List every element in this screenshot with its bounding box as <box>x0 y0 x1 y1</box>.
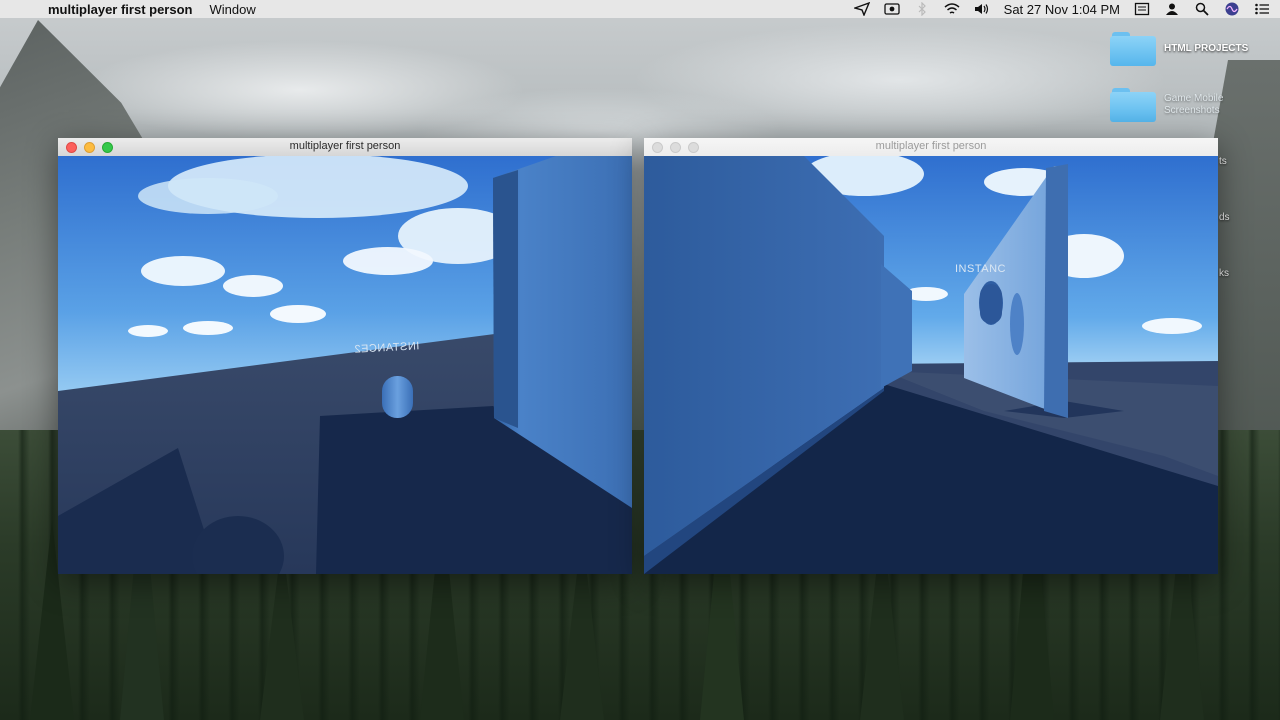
search-icon[interactable] <box>1194 1 1210 17</box>
display-icon[interactable] <box>1134 1 1150 17</box>
wifi-icon[interactable] <box>944 1 960 17</box>
remote-player <box>980 284 1002 324</box>
game-scene <box>58 156 632 574</box>
siri-icon[interactable] <box>1224 1 1240 17</box>
window-title: multiplayer first person <box>289 140 401 152</box>
desktop-label-peek: ds <box>1219 212 1230 223</box>
volume-icon[interactable] <box>974 1 990 17</box>
desktop-folder-html-projects[interactable]: HTML PROJECTS <box>1110 32 1248 66</box>
remote-player <box>382 376 413 418</box>
desktop-folder-label: Game Mobile Screenshots <box>1164 93 1224 116</box>
location-icon[interactable] <box>853 1 870 17</box>
folder-icon <box>1110 32 1156 66</box>
window-titlebar[interactable]: multiplayer first person <box>58 138 632 157</box>
user-icon[interactable] <box>1164 1 1180 17</box>
window-titlebar[interactable]: multiplayer first person <box>644 138 1218 157</box>
game-window-1[interactable]: multiplayer first person INSTANCE2 <box>58 138 632 574</box>
game-viewport[interactable]: INSTANCE2 <box>58 156 632 574</box>
menu-window[interactable]: Window <box>200 2 264 17</box>
notification-center-icon[interactable] <box>1254 1 1270 17</box>
game-scene <box>644 156 1218 574</box>
desktop-label-peek: ts <box>1219 156 1227 167</box>
screen-record-icon[interactable] <box>884 1 900 17</box>
desktop-folder-game-mobile-screenshots[interactable]: Game Mobile Screenshots <box>1110 88 1244 122</box>
menu-bar: multiplayer first person Window Sat 27 N… <box>0 0 1280 18</box>
bluetooth-icon[interactable] <box>914 1 930 17</box>
desktop-label-peek: ks <box>1219 268 1229 279</box>
folder-icon <box>1110 88 1156 122</box>
window-title: multiplayer first person <box>875 140 987 152</box>
desktop-folder-label: HTML PROJECTS <box>1164 43 1249 54</box>
game-window-2[interactable]: multiplayer first person INSTANC <box>644 138 1218 574</box>
player-nametag: INSTANC <box>955 263 1006 275</box>
game-viewport[interactable]: INSTANC <box>644 156 1218 574</box>
menubar-clock[interactable]: Sat 27 Nov 1:04 PM <box>1004 2 1120 17</box>
menu-app-name[interactable]: multiplayer first person <box>36 2 200 17</box>
